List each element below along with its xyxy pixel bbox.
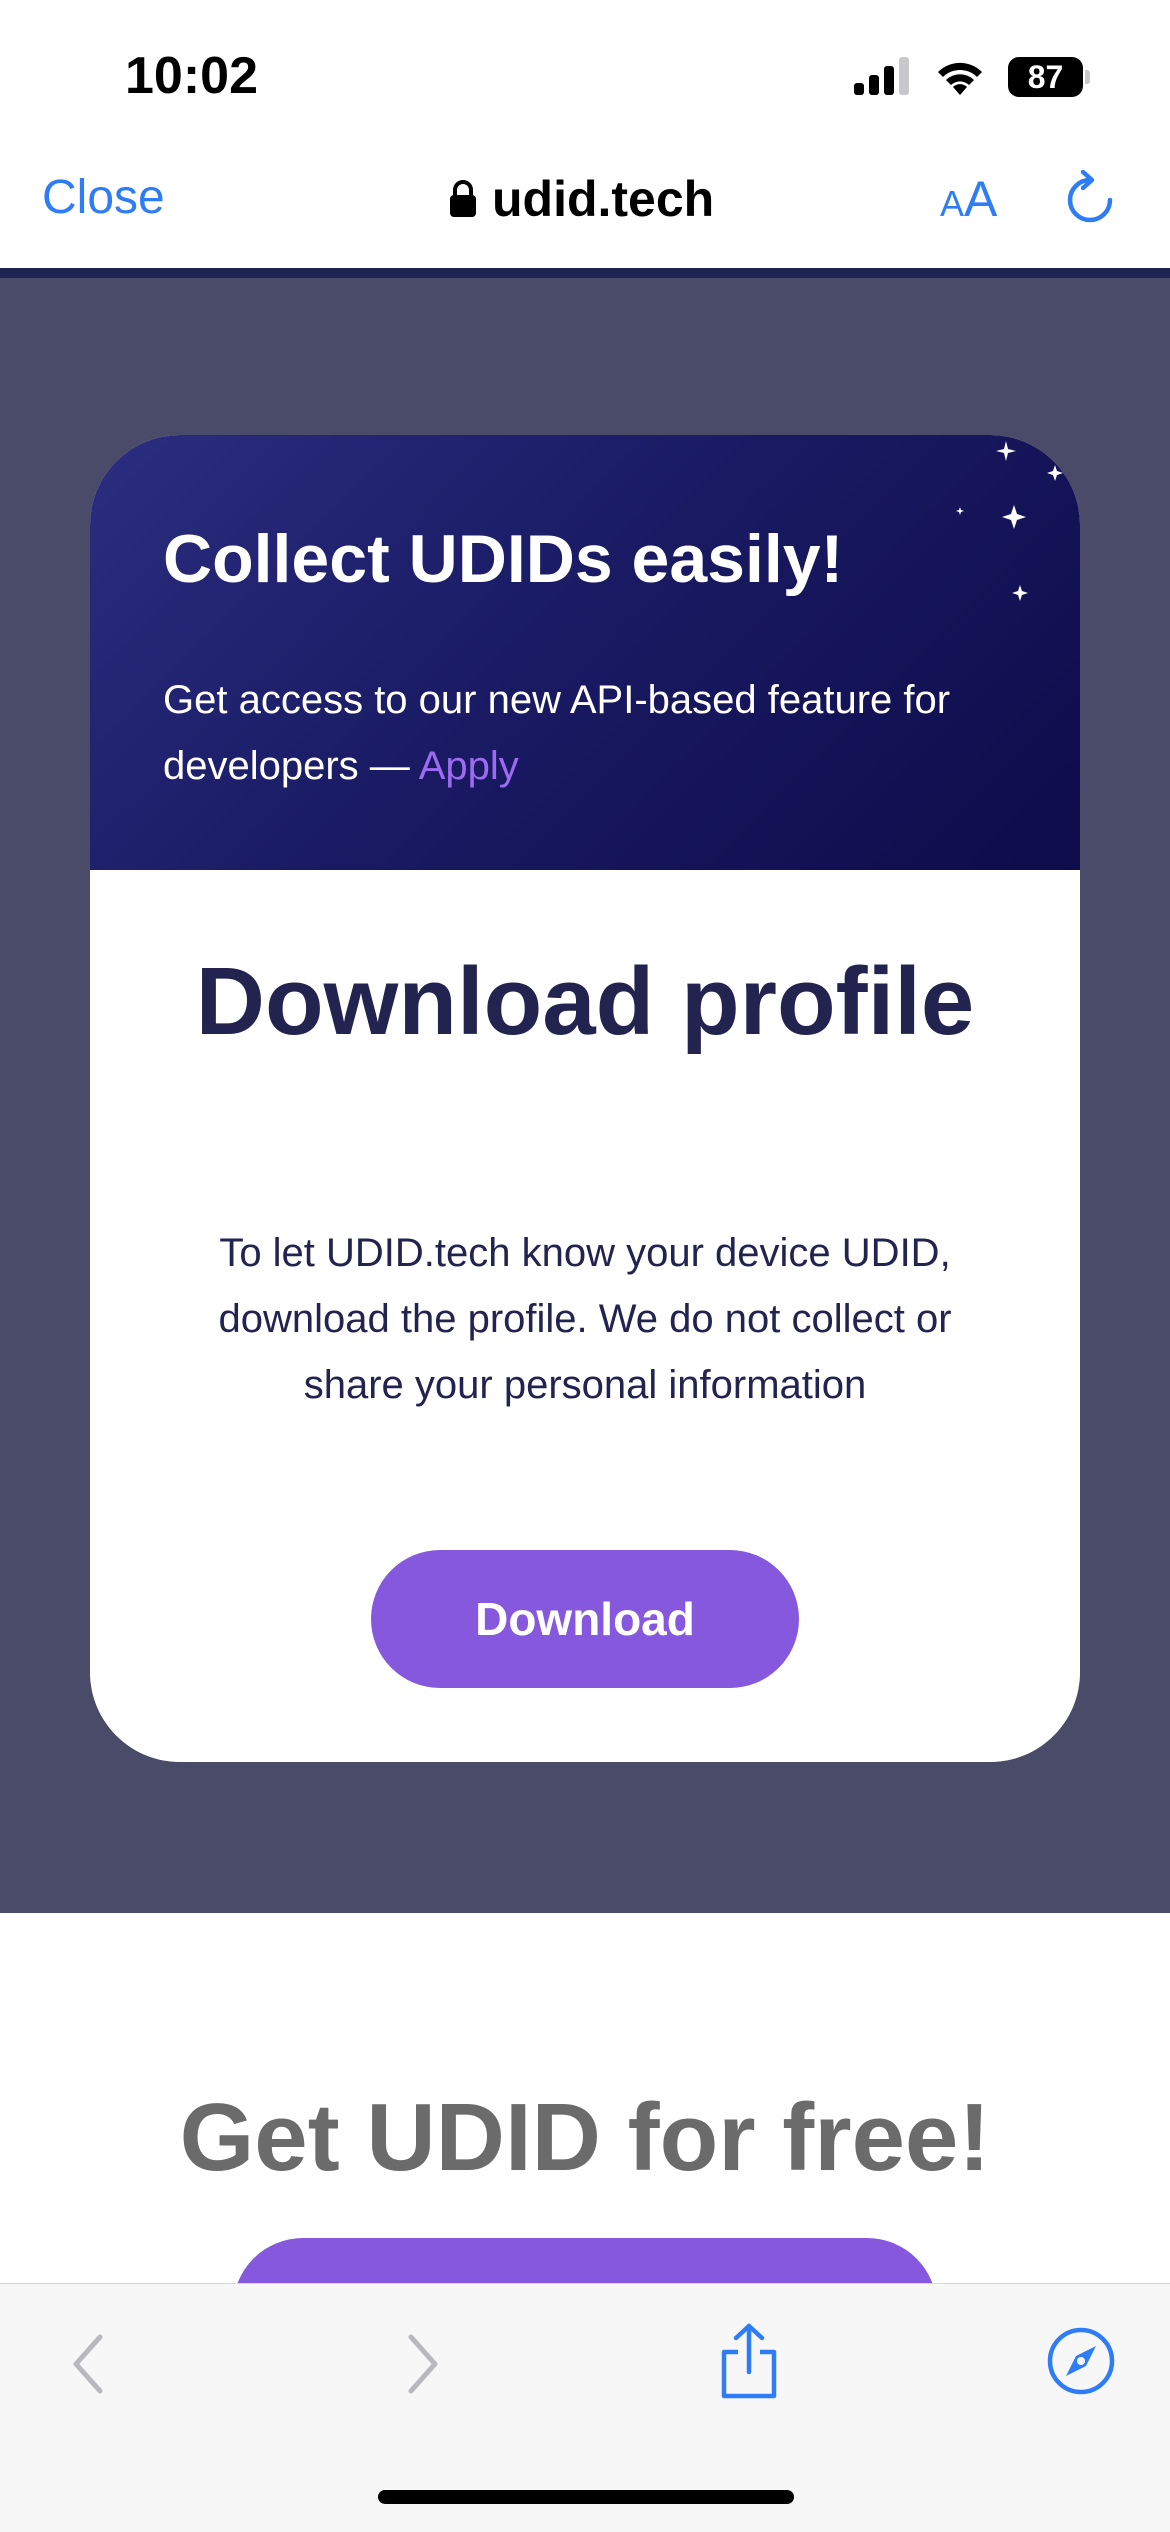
page-heading: Get UDID for free! (179, 2084, 991, 2191)
browser-header: Close udid.tech A A (0, 140, 1170, 270)
url-text: udid.tech (492, 171, 715, 227)
modal-title: Download profile (195, 948, 975, 1055)
banner-title: Collect UDIDs easily! (163, 521, 844, 597)
battery-icon: 87 (1008, 57, 1090, 97)
apply-link[interactable]: Apply (419, 744, 519, 788)
share-icon[interactable] (716, 2322, 782, 2402)
sparkles-icon (956, 441, 1063, 601)
forward-icon[interactable] (403, 2329, 443, 2399)
wifi-icon (938, 62, 982, 95)
close-button[interactable]: Close (42, 170, 165, 225)
download-profile-modal: Collect UDIDs easily! Get access to our … (90, 435, 1080, 1762)
home-indicator (378, 2490, 794, 2504)
text-size-icon[interactable]: A A (940, 170, 997, 228)
address-bar[interactable]: udid.tech (448, 170, 714, 228)
modal-overlay[interactable]: Collect UDIDs easily! Get access to our … (0, 278, 1170, 1913)
safari-compass-icon[interactable] (1046, 2326, 1116, 2396)
header-divider (0, 268, 1170, 278)
battery-tip (1085, 70, 1090, 84)
lock-icon (450, 180, 476, 217)
page-content: Get UDID for free! (0, 1913, 1170, 2378)
status-time: 10:02 (125, 47, 258, 105)
download-button[interactable]: Download (371, 1550, 799, 1688)
text-size-small: A (940, 183, 965, 224)
battery-level: 87 (1008, 57, 1084, 97)
promo-banner: Collect UDIDs easily! Get access to our … (90, 435, 1080, 870)
modal-description: To let UDID.tech know your device UDID, … (218, 1231, 952, 1407)
text-size-large: A (964, 171, 998, 227)
screen: 10:02 87 Close udid.tech A A Collect UDI… (0, 0, 1170, 2532)
banner-text-body: Get access to our new API-based feature … (163, 678, 951, 788)
cellular-signal-icon (854, 57, 909, 95)
status-bar: 10:02 87 (0, 0, 1170, 140)
banner-text: Get access to our new API-based feature … (163, 667, 1043, 799)
modal-body: Download profile To let UDID.tech know y… (90, 870, 1080, 1762)
back-icon[interactable] (68, 2329, 108, 2399)
status-icons: 87 (854, 52, 1090, 102)
reload-icon[interactable] (1063, 170, 1117, 230)
